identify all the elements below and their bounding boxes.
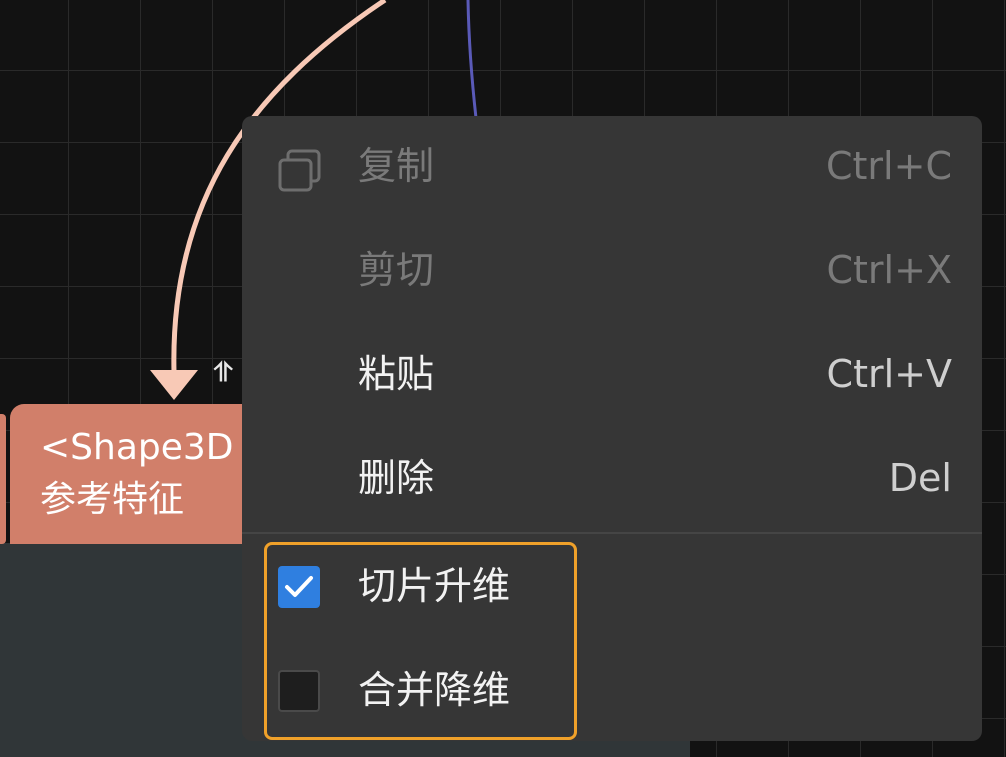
menu-item-cut[interactable]: 剪切 Ctrl+X <box>242 220 982 324</box>
copy-icon <box>278 149 321 192</box>
menu-item-shortcut: Ctrl+V <box>826 352 952 396</box>
menu-item-shortcut: Del <box>888 456 952 500</box>
menu-item-label: 删除 <box>358 456 435 500</box>
menu-item-copy[interactable]: 复制 Ctrl+C <box>242 116 982 220</box>
menu-item-shortcut: Ctrl+C <box>826 144 952 188</box>
menu-divider <box>242 532 982 534</box>
menu-item-delete[interactable]: 删除 Del <box>242 428 982 532</box>
node-title: <Shape3D <box>40 427 234 468</box>
shape3d-node[interactable]: <Shape3D 参考特征 <box>10 404 270 544</box>
menu-item-label: 复制 <box>358 144 435 188</box>
menu-item-label: 剪切 <box>358 248 435 292</box>
menu-item-paste[interactable]: 粘贴 Ctrl+V <box>242 324 982 428</box>
connection-arrowhead <box>150 370 198 400</box>
connection-line-blue[interactable] <box>466 0 478 119</box>
adjacent-node[interactable] <box>0 414 6 544</box>
menu-item-shortcut: Ctrl+X <box>826 248 953 292</box>
node-subtitle: 参考特征 <box>40 479 185 520</box>
port-arrows-icon: ⥣ <box>214 358 233 388</box>
highlight-box <box>264 542 577 740</box>
menu-item-label: 粘贴 <box>358 352 435 396</box>
